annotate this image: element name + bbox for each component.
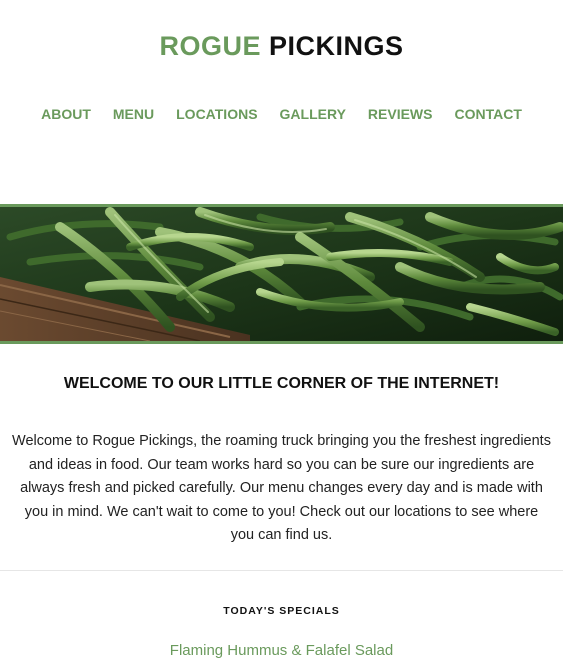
nav-item-locations[interactable]: LOCATIONS <box>165 104 268 124</box>
welcome-paragraph: Welcome to Rogue Pickings, the roaming t… <box>12 433 551 543</box>
nav-item-reviews[interactable]: REVIEWS <box>357 104 444 124</box>
logo-accent-word: ROGUE <box>159 31 261 61</box>
welcome-heading: WELCOME TO OUR LITTLE CORNER OF THE INTE… <box>63 375 500 392</box>
logo-main-word: PICKINGS <box>269 31 404 61</box>
nav-item-menu[interactable]: MENU <box>102 104 165 124</box>
special-item-link[interactable]: Flaming Hummus & Falafel Salad <box>0 641 563 661</box>
nav-item-contact[interactable]: CONTACT <box>443 104 532 124</box>
green-beans-photo <box>0 207 563 341</box>
site-logo[interactable]: ROGUE PICKINGS <box>0 30 563 62</box>
nav-item-about[interactable]: ABOUT <box>30 104 102 124</box>
hero-banner <box>0 204 563 344</box>
main-navigation: ABOUT MENU LOCATIONS GALLERY REVIEWS CON… <box>0 104 563 124</box>
nav-item-gallery[interactable]: GALLERY <box>269 104 357 124</box>
section-divider <box>0 570 563 571</box>
specials-heading: TODAY'S SPECIALS <box>223 605 340 617</box>
